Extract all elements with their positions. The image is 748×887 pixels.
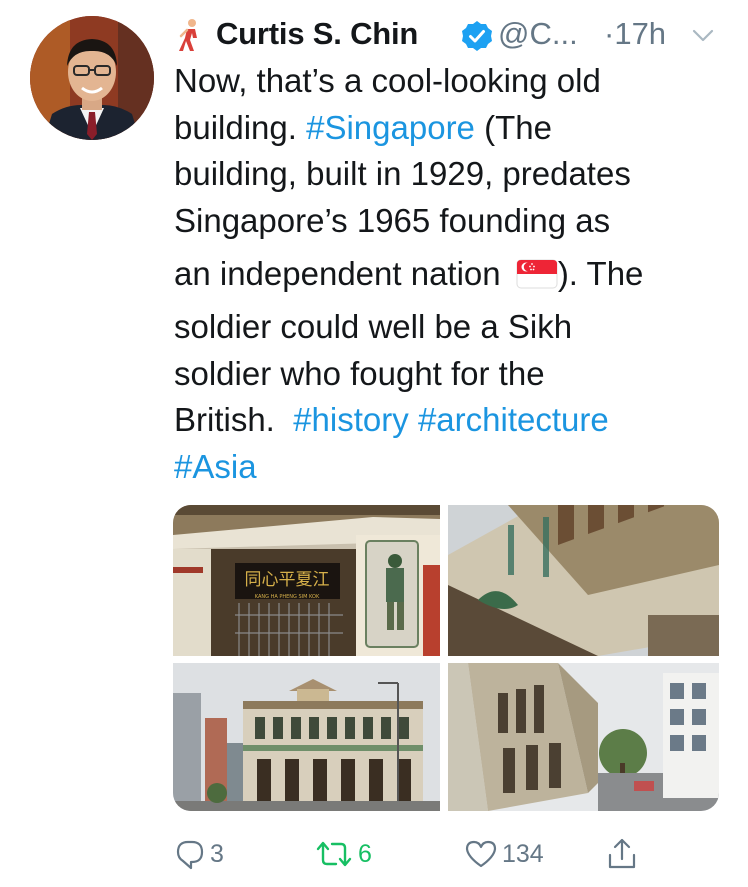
hashtag-link[interactable]: #architecture [418, 401, 609, 438]
tweet-text-segment: soldier could well be a Sikh [174, 308, 573, 345]
avatar[interactable] [30, 16, 154, 140]
tweet-text-segment: building. [174, 108, 307, 146]
share-button[interactable] [606, 832, 638, 876]
tweet-text-segment: soldier who fought for the [174, 354, 545, 392]
person-walking-icon [179, 19, 197, 51]
verified-badge-icon [462, 21, 492, 51]
reply-button[interactable]: 3 [174, 832, 224, 876]
tweet-text-line: #Asia [174, 444, 734, 491]
photo1-sign-subtext: KANG HA PHENG SIM KOK [255, 594, 320, 600]
tweet-text-line: Now, that’s a cool-looking old [174, 58, 734, 105]
user-handle[interactable]: @C... [498, 16, 578, 52]
timestamp[interactable]: ·17h [604, 16, 666, 52]
hashtag-link[interactable]: #Singapore [306, 109, 475, 146]
reply-count: 3 [210, 839, 224, 868]
retweet-count: 6 [358, 839, 372, 868]
tweet-text-line: soldier could well be a Sikh [174, 304, 734, 351]
retweet-button[interactable]: 6 [314, 832, 372, 876]
photo1-sign-text: 同心平夏江 [245, 570, 330, 590]
reply-icon [176, 840, 204, 870]
tweet-text-segment: an independent nation [174, 255, 510, 292]
photo-building-corner[interactable] [173, 663, 440, 811]
tweet-text-line: building. #Singapore (The [174, 105, 734, 152]
hashtag-link[interactable]: #history [293, 401, 409, 438]
tweet[interactable]: Curtis S. Chin @C... ·17h Now, that’s a … [0, 0, 748, 887]
tweet-text-segment: building, built in 1929, predates [174, 155, 631, 192]
tweet-header: Curtis S. Chin @C... ·17h [176, 8, 726, 54]
tweet-text-line: an independent nation ). The [174, 244, 734, 304]
tweet-text-line: British. #history #architecture [174, 397, 734, 444]
hashtag-link[interactable]: #Asia [174, 448, 257, 485]
tweet-text-line: soldier who fought for the [174, 351, 734, 398]
heart-icon [465, 840, 497, 868]
tweet-text-segment: Now, that’s a cool-looking old [174, 62, 601, 99]
photo-building-facade-up[interactable] [448, 505, 719, 656]
tweet-text-segment: ). The [557, 255, 644, 292]
tweet-text-segment: (The [474, 108, 552, 146]
tweet-text-line: Singapore’s 1965 founding as [174, 198, 734, 245]
photo-street-view[interactable] [448, 663, 719, 811]
tweet-text-segment: British. [174, 401, 294, 438]
like-button[interactable]: 134 [464, 832, 544, 876]
retweet-icon [316, 841, 352, 867]
tweet-text-segment: Singapore’s 1965 founding as [174, 201, 611, 239]
share-icon [608, 838, 636, 869]
photo-building-entrance[interactable]: 同心平夏江 KANG HA PHENG SIM KOK [173, 505, 440, 656]
tweet-text-line: building, built in 1929, predates [174, 151, 734, 198]
like-count: 134 [502, 839, 544, 868]
tweet-actions: 3 6 134 [174, 832, 644, 876]
flag-singapore-icon [516, 259, 558, 289]
display-name[interactable]: Curtis S. Chin [216, 16, 418, 52]
tweet-text: Now, that’s a cool-looking old building. … [174, 58, 734, 490]
media-grid: 同心平夏江 KANG HA PHENG SIM KOK [173, 505, 719, 811]
tweet-text-segment [409, 401, 418, 438]
chevron-down-icon[interactable] [691, 28, 715, 44]
